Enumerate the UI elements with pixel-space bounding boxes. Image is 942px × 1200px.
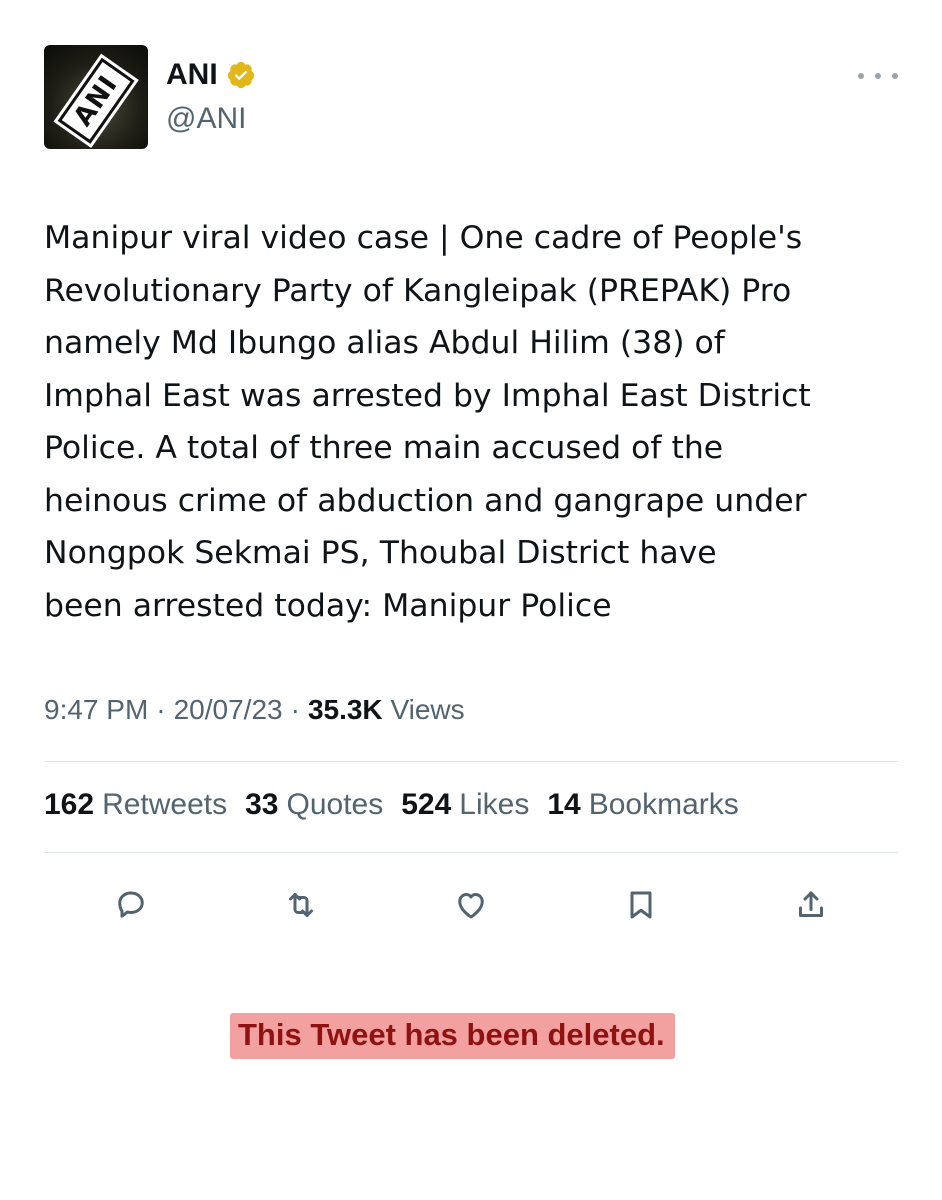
bookmark-icon [630, 891, 652, 919]
ani-logo: ANI [57, 58, 135, 144]
reply-icon [118, 891, 144, 918]
meta-separator: · [156, 694, 166, 725]
bookmarks-count: 14 [547, 788, 581, 821]
bookmark-button[interactable] [606, 870, 676, 940]
tweet-date[interactable]: 20/07/23 [174, 694, 283, 726]
quotes-stat[interactable]: 33 Quotes [245, 788, 383, 822]
divider [44, 761, 898, 762]
bookmarks-stat[interactable]: 14 Bookmarks [547, 788, 738, 822]
action-bar [96, 870, 856, 940]
likes-count: 524 [401, 788, 452, 821]
author-handle[interactable]: @ANI [166, 102, 246, 136]
views-label: Views [390, 694, 465, 725]
verified-badge-icon [227, 61, 254, 89]
tweet-time[interactable]: 9:47 PM [44, 694, 148, 726]
tweet-text: Manipur viral video case | One cadre of … [44, 220, 811, 624]
meta-separator: · [290, 694, 300, 725]
share-icon [799, 891, 823, 917]
tweet-meta: 9:47 PM · 20/07/23 · 35.3K Views [44, 694, 465, 726]
retweets-label: Retweets [102, 788, 228, 821]
divider [44, 852, 898, 853]
views-count: 35.3K [307, 694, 383, 725]
share-button[interactable] [776, 870, 846, 940]
retweets-count: 162 [44, 788, 95, 821]
retweets-stat[interactable]: 162 Retweets [44, 788, 227, 822]
author-name[interactable]: ANI [166, 58, 218, 92]
reply-button[interactable] [96, 870, 166, 940]
retweet-button[interactable] [266, 870, 336, 940]
engagement-stats: 162 Retweets 33 Quotes 524 Likes 14 Book… [44, 788, 739, 822]
more-options-icon[interactable] [858, 64, 898, 88]
quotes-label: Quotes [286, 788, 384, 821]
bookmarks-label: Bookmarks [588, 788, 739, 821]
likes-stat[interactable]: 524 Likes [401, 788, 529, 822]
retweet-icon [289, 893, 313, 917]
quotes-count: 33 [245, 788, 279, 821]
tweet-card: ANI ANI @ANI Manipur viral video case | … [0, 0, 942, 1200]
author-name-row[interactable]: ANI [166, 58, 256, 92]
like-icon [458, 893, 484, 919]
like-button[interactable] [436, 870, 506, 940]
deleted-notice: This Tweet has been deleted. [230, 1013, 675, 1059]
avatar[interactable]: ANI [44, 45, 148, 149]
likes-label: Likes [459, 788, 530, 821]
